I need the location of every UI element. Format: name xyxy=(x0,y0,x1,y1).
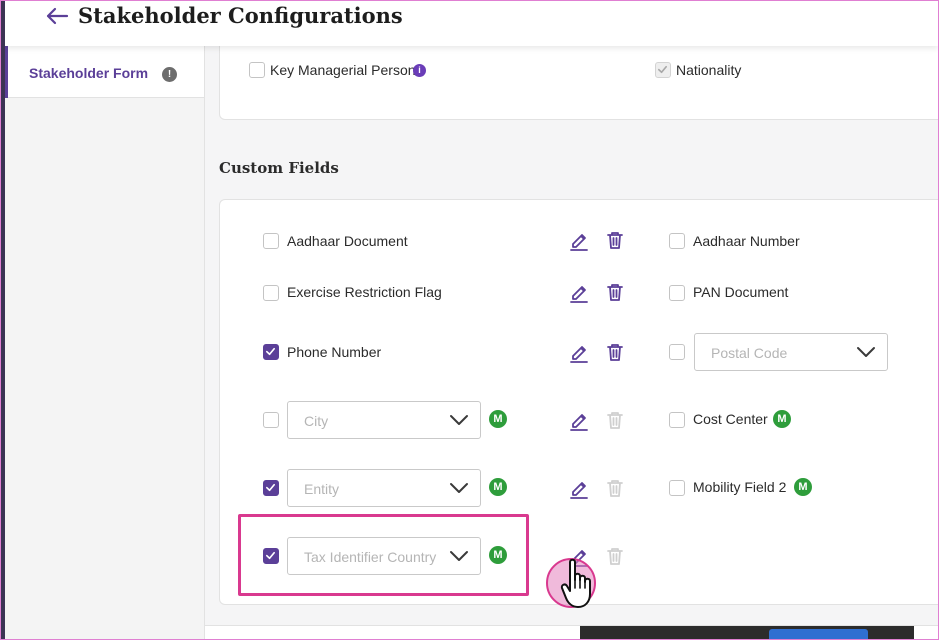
tax-identifier-country-checkbox[interactable] xyxy=(263,548,279,564)
aadhaar-number-checkbox[interactable] xyxy=(669,233,685,249)
field-label: Key Managerial Person xyxy=(270,62,416,78)
postal-code-checkbox[interactable] xyxy=(669,344,685,360)
field-label: Phone Number xyxy=(287,344,382,360)
nationality-checkbox xyxy=(655,62,671,78)
field-label: Exercise Restriction Flag xyxy=(287,284,442,300)
pencil-edit-icon[interactable] xyxy=(568,281,590,303)
trash-icon xyxy=(604,545,626,567)
entity-checkbox[interactable] xyxy=(263,480,279,496)
info-icon[interactable]: i xyxy=(413,64,426,77)
mandatory-badge: M xyxy=(773,410,791,428)
active-indicator xyxy=(5,46,8,98)
standard-fields-panel: Key Managerial Person i Nationality xyxy=(219,36,939,120)
field-label: Cost Center xyxy=(693,411,768,427)
pencil-edit-icon[interactable] xyxy=(568,477,590,499)
phone-number-checkbox[interactable] xyxy=(263,344,279,360)
chevron-down-icon xyxy=(857,347,875,357)
checkmark-icon xyxy=(266,483,275,492)
checkmark-icon xyxy=(266,551,275,560)
field-label: Mobility Field 2 xyxy=(693,479,787,495)
tax-identifier-country-dropdown[interactable]: Tax Identifier Country xyxy=(287,537,481,575)
pan-document-checkbox[interactable] xyxy=(669,285,685,301)
mandatory-badge: M xyxy=(489,546,507,564)
pencil-edit-icon[interactable] xyxy=(568,409,590,431)
field-label: Aadhaar Document xyxy=(287,233,408,249)
postal-code-dropdown[interactable]: Postal Code xyxy=(694,333,888,371)
trash-icon xyxy=(604,409,626,431)
city-dropdown[interactable]: City xyxy=(287,401,481,439)
dropdown-placeholder: Postal Code xyxy=(711,345,788,361)
mandatory-badge: M xyxy=(489,478,507,496)
mobility-field-2-checkbox[interactable] xyxy=(669,480,685,496)
aadhaar-document-checkbox[interactable] xyxy=(263,233,279,249)
custom-fields-panel: Aadhaar Document Aadhaar Number Exercise… xyxy=(219,199,939,605)
arrow-left-icon[interactable] xyxy=(45,6,69,26)
trash-icon[interactable] xyxy=(604,341,626,363)
dropdown-placeholder: Tax Identifier Country xyxy=(304,549,437,565)
field-label: Nationality xyxy=(676,62,742,78)
pencil-edit-icon[interactable] xyxy=(568,545,590,567)
pencil-edit-icon[interactable] xyxy=(568,229,590,251)
page-title: Stakeholder Configurations xyxy=(78,3,403,28)
trash-icon[interactable] xyxy=(604,229,626,251)
sidebar-item-stakeholder-form[interactable]: Stakeholder Form ! xyxy=(5,46,204,98)
chevron-down-icon xyxy=(450,415,468,425)
exercise-restriction-flag-checkbox[interactable] xyxy=(263,285,279,301)
cost-center-checkbox[interactable] xyxy=(669,412,685,428)
main-content: Key Managerial Person i Nationality Cust… xyxy=(205,36,939,640)
footer-primary-button[interactable] xyxy=(769,629,868,640)
mandatory-badge: M xyxy=(794,478,812,496)
field-label: Aadhaar Number xyxy=(693,233,800,249)
trash-icon[interactable] xyxy=(604,281,626,303)
alert-icon: ! xyxy=(162,67,177,82)
trash-icon xyxy=(604,477,626,499)
checkmark-icon xyxy=(658,65,667,74)
city-checkbox[interactable] xyxy=(263,412,279,428)
section-heading: Custom Fields xyxy=(219,159,339,177)
window-edge xyxy=(0,0,5,640)
page-header: Stakeholder Configurations xyxy=(5,0,938,46)
dropdown-placeholder: City xyxy=(304,413,329,429)
mandatory-badge: M xyxy=(489,410,507,428)
field-label: PAN Document xyxy=(693,284,789,300)
chevron-down-icon xyxy=(450,551,468,561)
key-managerial-person-checkbox[interactable] xyxy=(249,62,265,78)
entity-dropdown[interactable]: Entity xyxy=(287,469,481,507)
chevron-down-icon xyxy=(450,483,468,493)
sidebar-item-label: Stakeholder Form xyxy=(29,65,149,81)
checkmark-icon xyxy=(266,347,275,356)
dropdown-placeholder: Entity xyxy=(304,481,340,497)
pencil-edit-icon[interactable] xyxy=(568,341,590,363)
sidebar: Stakeholder Form ! xyxy=(5,46,205,640)
